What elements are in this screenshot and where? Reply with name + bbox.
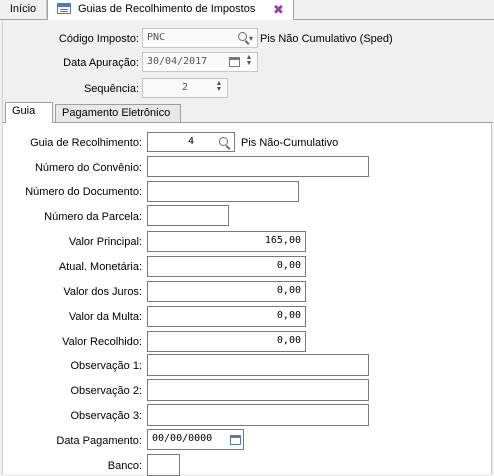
search-icon[interactable]	[219, 137, 228, 146]
sequencia-label: Sequência:	[83, 83, 139, 95]
tab-pagamento-label: Pagamento Eletrônico	[62, 107, 171, 119]
inner-tab-bar: Guia Pagamento Eletrônico	[3, 102, 493, 123]
data-apuracao-field[interactable]: 30/04/2017	[142, 52, 258, 72]
codigo-imposto-label: Código Imposto:	[58, 33, 139, 45]
numero-convenio-label: Número do Convênio:	[34, 162, 142, 174]
atual-monetaria-label: Atual. Monetária:	[58, 261, 142, 273]
observacao-3-label: Observação 3:	[70, 410, 142, 422]
observacao-1-field[interactable]	[147, 354, 369, 376]
tab-guias-recolhimento[interactable]: Guias de Recolhimento de Impostos ✖	[47, 0, 294, 20]
guia-tab-content: Guia de Recolhimento: 4 Pis Não-Cumulati…	[3, 123, 492, 476]
close-icon[interactable]: ✖	[273, 1, 284, 19]
observacao-3-field[interactable]	[147, 404, 369, 426]
chevron-down-icon[interactable]: ▾	[249, 34, 253, 43]
data-pagamento-label: Data Pagamento:	[56, 435, 142, 447]
tab-inicio[interactable]: Início	[0, 0, 47, 18]
main-panel: Código Imposto: PNC ▾ Pis Não Cumulativo…	[2, 21, 493, 476]
valor-juros-label: Valor dos Juros:	[63, 286, 142, 298]
valor-recolhido-field[interactable]: 0,00	[147, 331, 306, 352]
valor-multa-label: Valor da Multa:	[68, 311, 142, 323]
observacao-2-label: Observação 2:	[70, 385, 142, 397]
valor-multa-field[interactable]: 0,00	[147, 306, 306, 327]
numero-convenio-field[interactable]	[147, 156, 369, 177]
tab-guia-label: Guia	[12, 105, 36, 117]
numero-documento-label: Número do Documento:	[25, 186, 142, 198]
tab-pagamento-eletronico[interactable]: Pagamento Eletrônico	[55, 104, 181, 122]
observacao-1-label: Observação 1:	[70, 360, 142, 372]
spin-buttons-icon[interactable]: ▲ ▼	[245, 54, 253, 67]
document-tab-strip: Início Guias de Recolhimento de Impostos…	[0, 0, 494, 20]
codigo-imposto-description: Pis Não Cumulativo (Sped)	[260, 33, 393, 45]
calendar-icon[interactable]	[229, 57, 240, 67]
guia-recolhimento-label: Guia de Recolhimento:	[30, 137, 142, 149]
tab-guias-label: Guias de Recolhimento de Impostos	[78, 3, 256, 15]
tab-inicio-label: Início	[9, 3, 37, 15]
banco-field[interactable]	[147, 454, 180, 476]
calendar-icon[interactable]	[230, 435, 241, 445]
banco-label: Banco:	[107, 460, 142, 472]
valor-recolhido-label: Valor Recolhido:	[62, 336, 142, 348]
numero-parcela-field[interactable]	[147, 205, 229, 226]
stepper-icon[interactable]: ▲ ▼	[215, 80, 223, 93]
numero-parcela-label: Número da Parcela:	[44, 211, 142, 223]
guia-recolhimento-description: Pis Não-Cumulativo	[241, 137, 339, 149]
valor-juros-field[interactable]: 0,00	[147, 281, 306, 302]
search-icon[interactable]	[238, 32, 247, 41]
valor-principal-field[interactable]: 165,00	[147, 231, 306, 252]
observacao-2-field[interactable]	[147, 379, 369, 401]
numero-documento-field[interactable]	[147, 181, 299, 202]
atual-monetaria-field[interactable]: 0,00	[147, 256, 306, 277]
data-apuracao-label: Data Apuração:	[63, 57, 139, 69]
window-icon	[57, 3, 71, 14]
valor-principal-label: Valor Principal:	[68, 236, 142, 248]
tab-guia[interactable]: Guia	[5, 102, 53, 123]
